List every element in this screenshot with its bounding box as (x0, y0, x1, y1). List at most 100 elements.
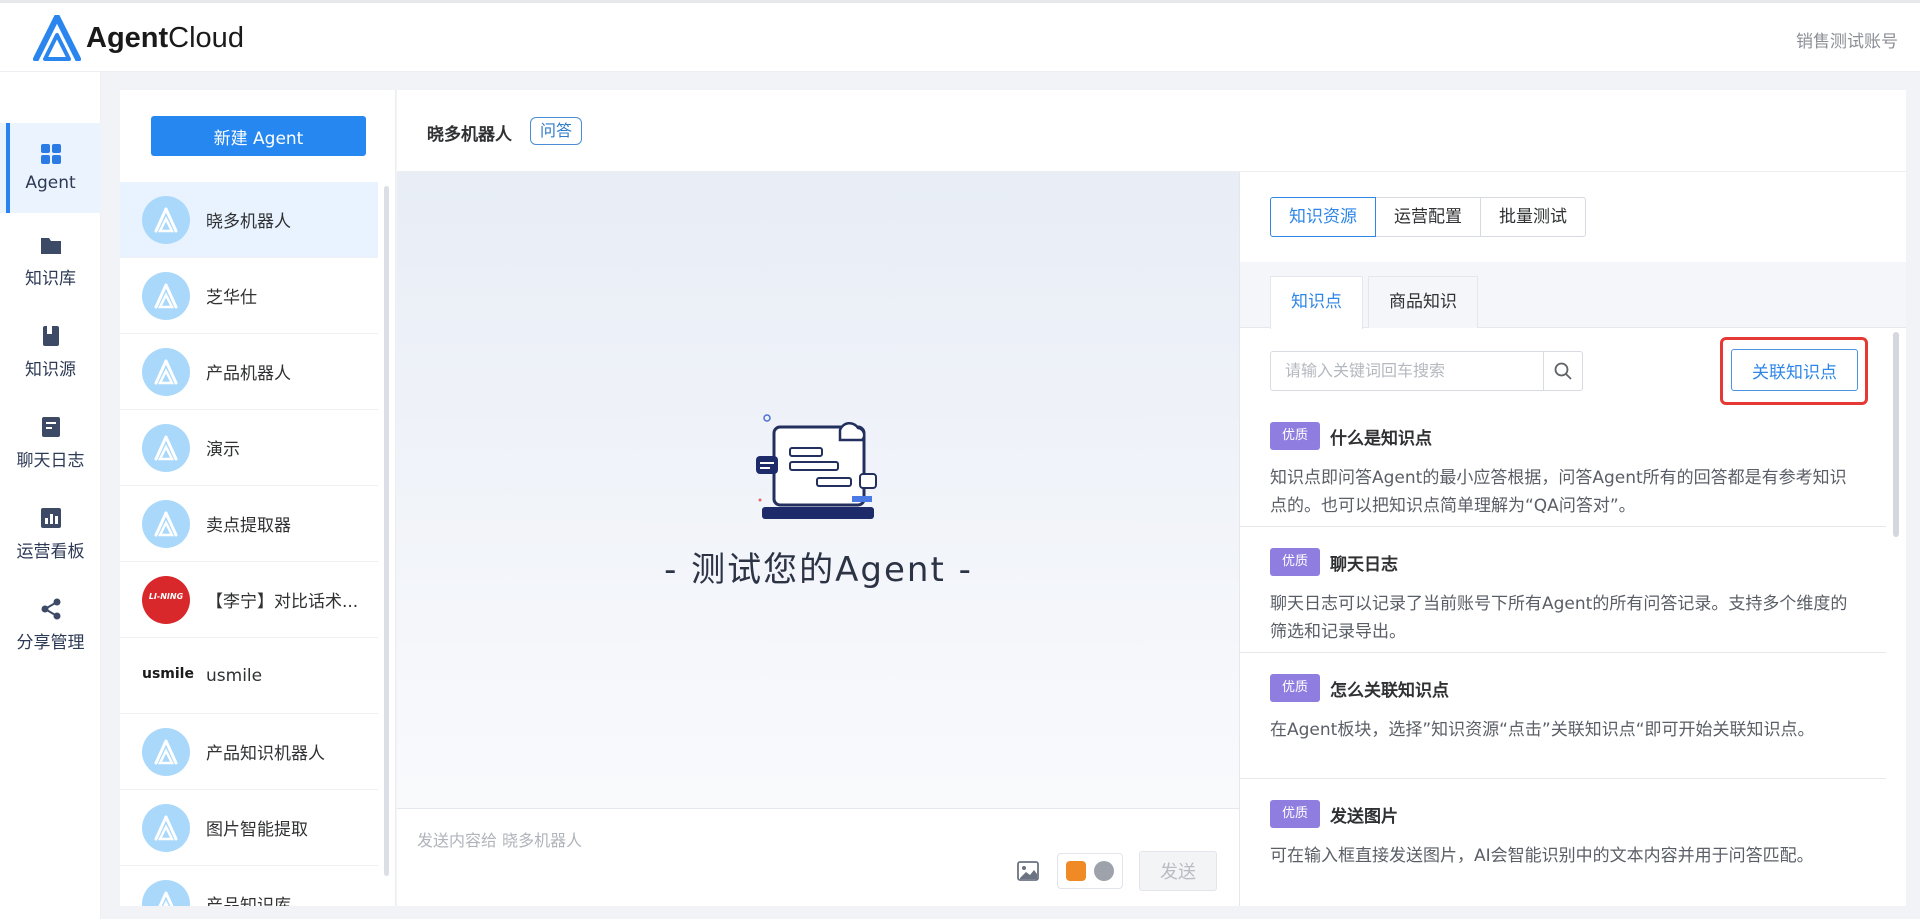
segment-batch-test[interactable]: 批量测试 (1480, 197, 1586, 237)
link-knowledge-button[interactable]: 关联知识点 (1731, 349, 1858, 391)
agent-logo-icon (154, 207, 178, 232)
agent-list-scrollbar[interactable] (384, 186, 389, 876)
knowledge-item-desc: 可在输入框直接发送图片，AI会智能识别中的文本内容并用于问答匹配。 (1270, 846, 1814, 866)
nav-item-agent[interactable]: Agent (0, 123, 101, 213)
knowledge-item[interactable]: 优质 怎么关联知识点 在Agent板块，选择”知识资源“点击”关联知识点“即可开… (1240, 674, 1886, 779)
quality-badge: 优质 (1270, 674, 1320, 702)
knowledge-item-desc: 在Agent板块，选择”知识资源“点击”关联知识点“即可开始关联知识点。 (1270, 720, 1815, 740)
chat-area: - 测试您的Agent - (397, 172, 1240, 808)
tab-knowledge-points[interactable]: 知识点 (1270, 276, 1363, 329)
agent-avatar (142, 347, 190, 396)
message-input-area[interactable]: 发送内容给 晓多机器人 发送 (397, 808, 1240, 906)
agent-avatar (142, 423, 190, 472)
account-name[interactable]: 销售测试账号 (1796, 27, 1898, 52)
knowledge-item[interactable]: 优质 聊天日志 聊天日志可以记录了当前账号下所有Agent的所有问答记录。支持多… (1240, 548, 1886, 653)
agent-list-item[interactable]: 产品知识机器人 (120, 714, 378, 790)
agent-list-item[interactable]: 晓多机器人 (120, 182, 378, 258)
agent-list-item[interactable]: 卖点提取器 (120, 486, 378, 562)
agent-name: 演示 (206, 440, 240, 460)
agent-avatar (142, 803, 190, 852)
agent-logo-icon (158, 891, 174, 906)
grid-icon (41, 144, 61, 164)
nav-item-knowledge-source[interactable]: 知识源 (0, 305, 101, 395)
knowledge-item-title: 发送图片 (1330, 807, 1398, 827)
knowledge-panel: 知识资源 运营配置 批量测试 知识点 商品知识 请输入关键词回车搜索 关联知识点… (1240, 172, 1906, 906)
side-nav: Agent 知识库 知识源 聊天日志 运营看板 分享管理 (0, 72, 101, 919)
agent-list-panel: 新建 Agent 晓多机器人 芝华仕 产品机器人 演示 卖点提取器 LI-NIN… (120, 90, 396, 906)
new-agent-button[interactable]: 新建 Agent (151, 116, 366, 156)
nav-label: 知识源 (25, 360, 76, 380)
knowledge-item-title: 聊天日志 (1330, 555, 1398, 575)
agent-name: 产品知识机器人 (206, 744, 325, 764)
agent-list-item[interactable]: LI-NING 【李宁】对比话术... (120, 562, 378, 638)
logo-mark-icon (33, 15, 81, 61)
assistant-toggle[interactable] (1057, 853, 1123, 889)
agent-list-item[interactable]: 芝华仕 (120, 258, 378, 334)
quality-badge: 优质 (1270, 800, 1320, 828)
agent-logo-icon (154, 435, 178, 460)
search-button[interactable] (1543, 351, 1583, 391)
nav-label: 聊天日志 (16, 451, 85, 471)
robot-icon (1066, 861, 1086, 881)
knowledge-item-desc: 知识点即问答Agent的最小应答根据，问答Agent所有的回答都是有参考知识点的… (1270, 468, 1847, 516)
log-icon (42, 417, 60, 437)
book-icon (43, 326, 59, 346)
agent-name: 晓多机器人 (206, 212, 291, 232)
segment-knowledge-resources[interactable]: 知识资源 (1270, 197, 1376, 237)
agent-name: 【李宁】对比话术... (206, 592, 359, 612)
agent-logo-icon (154, 815, 178, 840)
nav-label: Agent (25, 173, 76, 193)
resource-segmented-control: 知识资源 运营配置 批量测试 (1270, 197, 1586, 237)
agentcloud-logo[interactable]: AgentCloud (32, 15, 244, 61)
nav-item-dashboard[interactable]: 运营看板 (0, 487, 101, 577)
agent-avatar (142, 499, 190, 548)
lining-logo: LI-NING (142, 575, 190, 624)
agent-name: 芝华仕 (206, 288, 257, 308)
agent-logo-icon (154, 283, 178, 308)
nav-label: 知识库 (25, 269, 76, 289)
agent-name: 产品知识库 (206, 896, 291, 906)
nav-item-share[interactable]: 分享管理 (0, 578, 101, 668)
chart-icon (41, 508, 61, 528)
agent-list-item[interactable]: 产品机器人 (120, 334, 378, 410)
logo-text: AgentCloud (86, 21, 244, 54)
agent-list-item[interactable]: 演示 (120, 410, 378, 486)
nav-label: 分享管理 (16, 633, 85, 653)
agent-list-item[interactable]: 图片智能提取 (120, 790, 378, 866)
top-header: AgentCloud 销售测试账号 (0, 0, 1920, 72)
share-icon (41, 598, 61, 620)
nav-item-chat-log[interactable]: 聊天日志 (0, 396, 101, 486)
agent-type-tag: 问答 (530, 117, 583, 145)
agent-avatar (142, 271, 190, 320)
knowledge-search-input[interactable]: 请输入关键词回车搜索 (1270, 351, 1544, 391)
agent-avatar (142, 195, 190, 244)
chat-title: 晓多机器人 (427, 125, 512, 145)
test-agent-hint: - 测试您的Agent - (664, 550, 973, 590)
message-input[interactable]: 发送内容给 晓多机器人 (417, 827, 582, 851)
tab-product-knowledge[interactable]: 商品知识 (1368, 276, 1478, 328)
agent-logo-icon (154, 739, 178, 764)
search-icon (1554, 362, 1572, 380)
agent-avatar (142, 727, 190, 776)
quality-badge: 优质 (1270, 548, 1320, 576)
send-button[interactable]: 发送 (1139, 851, 1217, 891)
knowledge-item-desc: 聊天日志可以记录了当前账号下所有Agent的所有问答记录。支持多个维度的筛选和记… (1270, 594, 1848, 642)
knowledge-item[interactable]: 优质 什么是知识点 知识点即问答Agent的最小应答根据，问答Agent所有的回… (1240, 422, 1886, 527)
agent-logo-icon (154, 359, 178, 384)
quality-badge: 优质 (1270, 422, 1320, 450)
knowledge-item[interactable]: 优质 发送图片 可在输入框直接发送图片，AI会智能识别中的文本内容并用于问答匹配… (1240, 800, 1886, 906)
chat-header: 晓多机器人 问答 (397, 90, 1906, 172)
segment-operation-config[interactable]: 运营配置 (1375, 197, 1481, 237)
agent-name: 卖点提取器 (206, 516, 291, 536)
agent-list-item[interactable]: usmile usmile (120, 638, 378, 714)
agent-list-item[interactable]: 产品知识库 (120, 866, 378, 906)
agent-name: 产品机器人 (206, 364, 291, 384)
knowledge-list-scrollbar[interactable] (1893, 332, 1899, 537)
image-upload-icon[interactable] (1017, 861, 1039, 881)
agent-name: usmile (206, 665, 263, 686)
knowledge-item-title: 怎么关联知识点 (1330, 681, 1449, 701)
knowledge-item-title: 什么是知识点 (1330, 429, 1432, 449)
agent-avatar (142, 879, 190, 906)
agent-name: 图片智能提取 (206, 820, 308, 840)
nav-item-knowledge-base[interactable]: 知识库 (0, 214, 101, 304)
